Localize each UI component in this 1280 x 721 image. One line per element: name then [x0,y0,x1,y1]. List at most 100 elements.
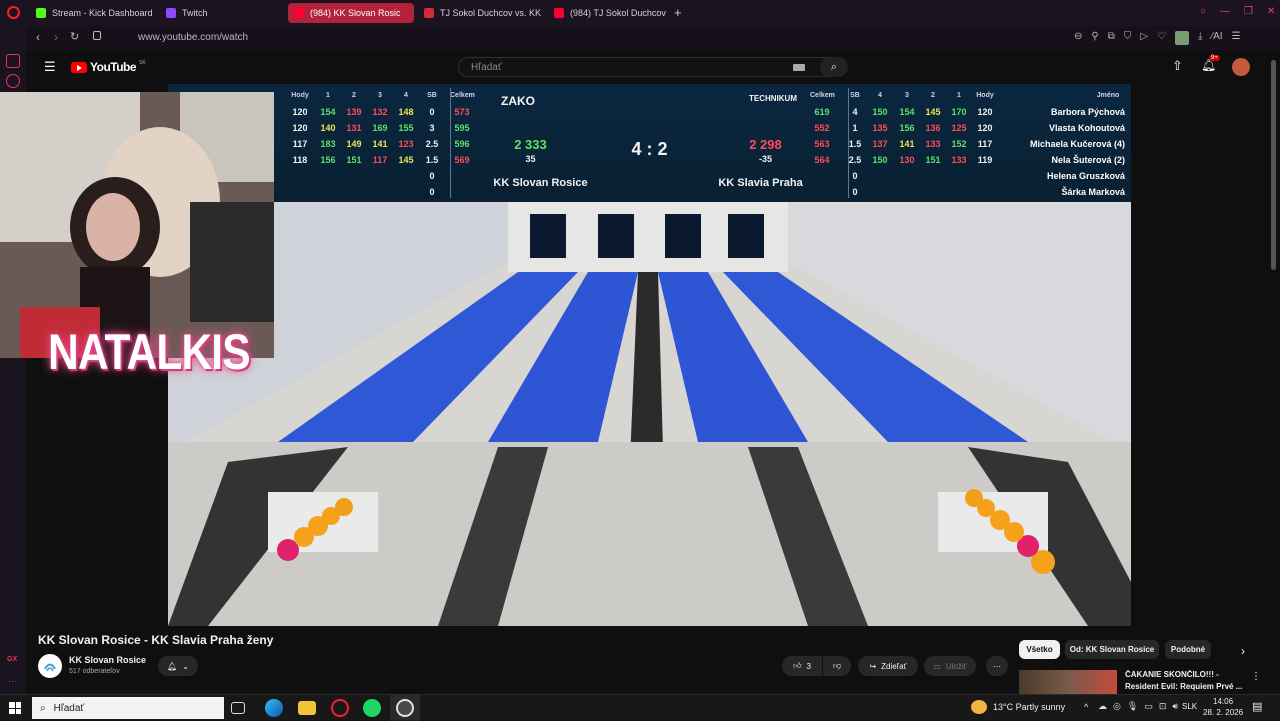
score-header: 3 [378,92,382,99]
channel-name[interactable]: KK Slovan Rosice [69,655,146,665]
cloud-icon[interactable]: ☁ [1098,701,1107,712]
channel-logo-icon [44,663,56,672]
away-r1-cell: 125 [951,123,967,133]
weather-text[interactable]: 13°C Partly sunny [993,702,1065,712]
edge-icon[interactable] [265,699,283,717]
windows-start-icon[interactable] [9,702,21,714]
away-r4-cell: 150 [872,155,888,165]
search-button[interactable]: ⌕ [820,57,848,77]
channel-avatar[interactable] [38,654,62,678]
taskbar-search[interactable]: ⌕ Hľadať [32,697,224,719]
weather-icon[interactable] [971,700,987,714]
network-icon[interactable]: ⊡ [1159,701,1167,712]
like-button[interactable]: 👍︎ 3 [782,656,822,676]
browser-tab[interactable]: (984) TJ Sokol Duchcov - [548,3,668,23]
chip-from-channel[interactable]: Od: KK Slovan Rosice [1065,640,1159,659]
menu-icon[interactable]: ☰ [1232,31,1241,45]
tab-favicon-icon [294,8,304,18]
shield-icon[interactable]: ⛉ [1124,31,1132,45]
save-button[interactable]: ▭ Uložiť [924,656,976,676]
play-icon[interactable]: ▷ [1140,31,1148,45]
recommended-thumbnail [1019,670,1117,694]
clock-date[interactable]: 28. 2. 2026 [1203,708,1243,717]
file-explorer-icon[interactable] [298,701,316,715]
maximize-button[interactable]: ❐ [1244,6,1253,17]
reload-icon[interactable]: ↻ [70,30,79,43]
back-icon[interactable]: ‹ [36,30,40,44]
chip-related[interactable]: Podobné [1165,640,1211,659]
recommended-video[interactable]: ČAKANIE SKONČILO!!! - Resident Evil: Req… [1019,670,1259,694]
more-actions-button[interactable]: ⋯ [986,656,1008,676]
recommended-title-2: Resident Evil: Requiem Prvé ... [1125,682,1243,691]
mic-icon[interactable]: 🎙︎ [1127,701,1138,712]
keyboard-icon[interactable] [793,64,805,71]
language-indicator[interactable]: SLK [1182,702,1197,711]
webcam-overlay [0,92,274,358]
clock-time[interactable]: 14:06 [1213,697,1233,706]
tray-chevron-icon[interactable]: ^ [1084,702,1088,712]
gx-control-icon[interactable] [6,74,20,88]
zoom-icon[interactable]: ⊖ [1074,31,1082,45]
volume-icon[interactable]: 🔊︎ [1172,701,1178,712]
search-tabs-icon[interactable]: ○ [1200,6,1206,17]
chip-related-label: Podobné [1170,645,1206,654]
ai-icon[interactable]: ⁄AI [1211,31,1222,45]
new-tab-button[interactable]: + [674,5,682,20]
player-name: Michaela Kučerová (4) [1029,139,1125,149]
away-r4-cell: 135 [872,123,888,133]
tray-app-icon[interactable]: ◎ [1113,701,1121,712]
home-r1-cell: 156 [320,155,336,165]
close-button[interactable]: ✕ [1267,6,1275,17]
browser-tab[interactable]: Twitch [160,3,284,23]
recommended-more-icon[interactable]: ⋮ [1251,671,1259,682]
search-input[interactable]: Hľadať [471,62,502,73]
dislike-button[interactable]: 👎︎ [823,656,851,676]
monitor-icon[interactable]: ▭ [1144,701,1153,712]
messenger-icon[interactable] [6,54,20,68]
search-box[interactable]: Hľadať [458,57,844,77]
upload-icon[interactable]: ⇧ [1172,58,1183,74]
profile-avatar[interactable] [1175,31,1190,45]
home-sb-cell: 0 [429,107,435,117]
notification-center-icon[interactable]: ▤ [1252,700,1262,713]
gx-corner-icon[interactable]: GX [7,656,17,663]
home-r4-cell: 145 [398,155,414,165]
minimize-button[interactable]: — [1220,6,1230,17]
forward-icon[interactable]: › [54,30,58,44]
address-bar: ‹ › ↻ www.youtube.com/watch ⊖ ⚲ ⧉ ⛉ ▷ ♡ … [26,26,1280,50]
player-name: Barbora Pýchová [1050,107,1125,117]
chip-all[interactable]: Všetko [1019,640,1060,659]
browser-tab[interactable]: (984) KK Slovan Rosic [288,3,414,23]
account-avatar[interactable] [1232,58,1250,76]
tab-label: Stream - Kick Dashboard [52,8,153,18]
snapshot-icon[interactable]: ⧉ [1108,31,1115,45]
hamburger-icon[interactable]: ☰ [44,59,56,75]
heart-icon[interactable]: ♡ [1157,31,1166,45]
player-name: Vlasta Kohoutová [1048,123,1125,133]
home-r4-cell: 155 [398,123,414,133]
pin-icon[interactable]: ⚲ [1091,31,1098,45]
chips-next-icon[interactable]: › [1241,644,1245,658]
opera-logo-icon[interactable] [7,6,20,19]
home-sb-cell: 2.5 [425,139,439,149]
away-r2-cell: 133 [925,139,941,149]
score-header: Celkem [450,92,475,99]
more-icon[interactable]: ··· [8,676,17,686]
youtube-logo[interactable]: YouTube SK [71,60,146,74]
video-player[interactable]: Hody 1 2 3 4 SB Celkem Celkem SB 4 3 2 1 Hody Jméno 120… [168,84,1131,626]
opera-gx-icon[interactable] [331,699,349,717]
spotify-icon[interactable] [363,699,381,717]
page-scrollbar[interactable] [1271,60,1276,270]
url-text[interactable]: www.youtube.com/watch [138,32,248,43]
task-view-icon[interactable] [231,702,245,714]
download-icon[interactable]: ⤓ [1198,31,1202,45]
browser-tab[interactable]: TJ Sokol Duchcov vs. KK [418,3,544,23]
browser-tab[interactable]: Stream - Kick Dashboard [30,3,156,23]
home-hody-cell: 118 [292,155,308,165]
like-count: 3 [806,661,811,671]
taskbar-search-input[interactable]: Hľadať [54,703,85,714]
window-controls: ○ — ❐ ✕ [1200,6,1275,17]
share-button[interactable]: ↪ Zdieľať [858,656,918,676]
subscribe-bell-button[interactable]: 🔔︎ ⌄ [158,656,198,676]
home-sb-cell: 1.5 [425,155,439,165]
